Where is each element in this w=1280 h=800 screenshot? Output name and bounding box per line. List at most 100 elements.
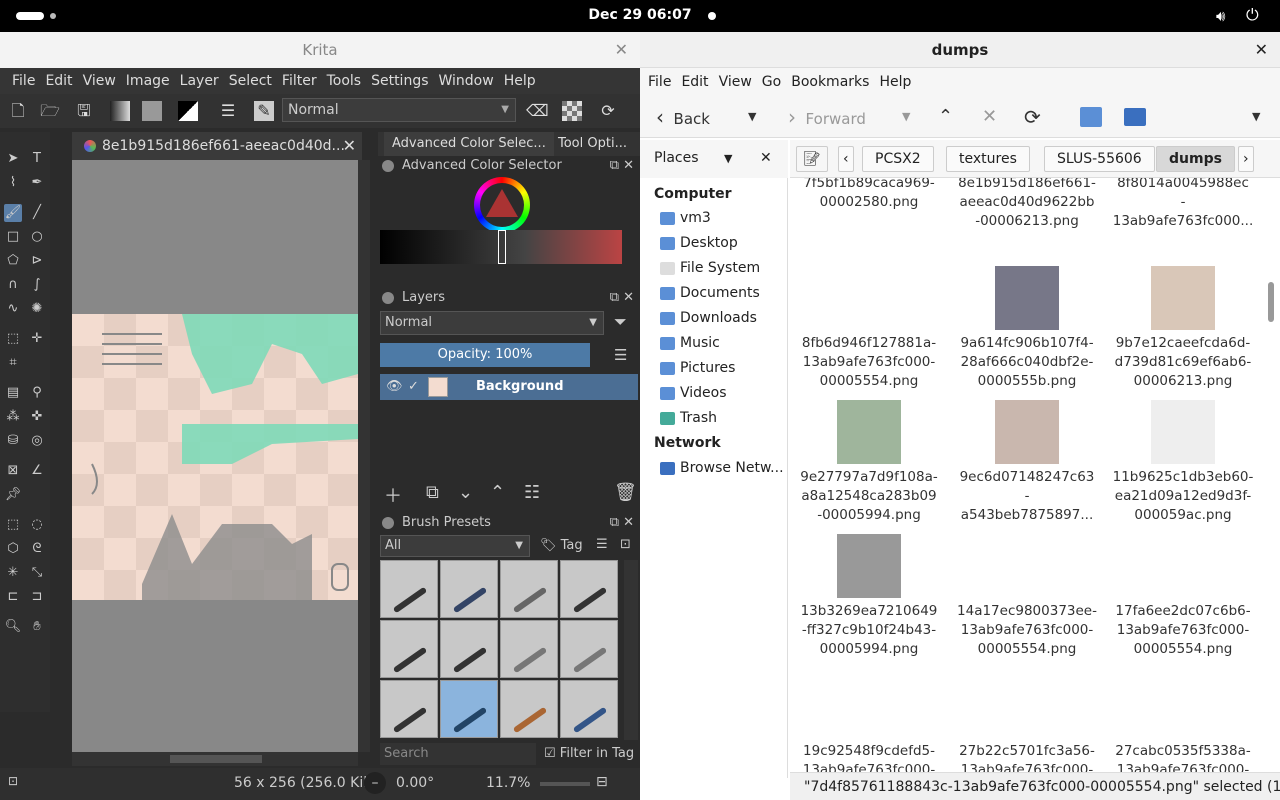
menu-edit[interactable]: Edit [43,68,80,94]
file-item[interactable]: 13b3269ea7210649 -ff327c9b10f24b43- 0000… [794,534,944,659]
filter-in-tag-checkbox[interactable]: ☑ Filter in Tag [544,743,638,765]
preset-filter-select[interactable]: All ▼ [380,535,530,557]
bezier-select-tool-icon[interactable]: ⊏ [4,588,22,606]
import-icon[interactable]: ⊡ [620,537,631,552]
fg-bg-color-icon[interactable] [178,101,198,121]
rotation-dial-icon[interactable]: – [364,772,386,794]
file-item[interactable]: 8f8014a0045988ec - 13ab9afe763fc000... [1108,178,1258,231]
forward-button[interactable]: › Forward [788,104,866,130]
menu-select[interactable]: Select [227,68,280,94]
duplicate-layer-icon[interactable]: ⧉ [426,482,439,503]
alpha-lock-icon[interactable] [562,101,582,121]
clock[interactable]: Dec 29 06:07 [0,7,1280,23]
panel-float-close-icons[interactable]: ⧉ ✕ [610,156,634,176]
transform-tool-icon[interactable]: ⬚ [4,330,22,348]
canvas-horizontal-scrollbar[interactable] [72,752,358,766]
sidebar-item-desktop[interactable]: Desktop [660,235,738,251]
assistant-tool-icon[interactable]: ⊠ [4,462,22,480]
menu-image[interactable]: Image [124,68,178,94]
line-tool-icon[interactable]: ╱ [28,204,46,222]
reload-icon[interactable]: ⟳ [598,101,618,121]
brush-preset[interactable] [500,620,558,678]
menu-file[interactable]: File [10,68,43,94]
breadcrumb-dumps[interactable]: dumps [1156,146,1235,172]
open-folder-icon[interactable]: 🗁 [40,101,60,121]
brush-preset[interactable] [560,560,618,618]
close-tab-icon[interactable]: ✕ [343,132,356,160]
freehand-select-tool-icon[interactable]: ᘓ [28,540,46,558]
layer-checkbox[interactable]: ✓ [408,374,419,400]
dynamic-brush-tool-icon[interactable]: ∿ [4,300,22,318]
rect-select-tool-icon[interactable]: ⬚ [4,516,22,534]
menu-settings[interactable]: Settings [369,68,436,94]
scroll-thumb[interactable] [1268,282,1274,322]
file-item[interactable]: 8e1b915d186ef661- aeeac0d40d9622bb -0000… [952,178,1102,231]
panel-float-close-icons[interactable]: ⧉ ✕ [610,513,634,533]
reload-icon[interactable]: ⟳ [1024,104,1041,130]
file-item[interactable]: 11b9625c1db3eb60- ea21d09a12ed9d3f- 0000… [1108,400,1258,525]
magnetic-select-tool-icon[interactable]: ⊐ [28,588,46,606]
visibility-eye-icon[interactable]: 👁︎ [386,374,403,400]
color-bar-cursor[interactable] [498,230,506,264]
brush-preset[interactable] [500,560,558,618]
file-item[interactable]: 17fa6ee2dc07c6b6- 13ab9afe763fc000- 0000… [1108,534,1258,659]
color-value-bars[interactable] [380,230,622,264]
file-item[interactable]: 8fb6d946f127881a- 13ab9afe763fc000- 0000… [794,266,944,391]
sidebar-item-downloads[interactable]: Downloads [660,310,757,326]
brush-preset-icon[interactable]: ✎ [254,101,274,121]
fm-menu-help[interactable]: Help [879,68,921,96]
computer-icon[interactable] [1124,108,1146,126]
tag-button[interactable]: 🏷︎ Tag [536,535,590,557]
file-grid-scrollbar[interactable] [1264,178,1280,778]
tab-tool-options[interactable]: Tool Opti... [550,132,635,156]
fm-menu-file[interactable]: File [648,68,681,96]
file-item[interactable]: 9e27797a7d9f108a- a8a12548ca283b09 -0000… [794,400,944,525]
scroll-thumb[interactable] [170,755,262,763]
polyline-tool-icon[interactable]: ⊳ [28,252,46,270]
sidebar-item-browse-network[interactable]: Browse Netw... [660,460,784,476]
menu-view[interactable]: View [81,68,124,94]
sidebar-item-vm3[interactable]: vm3 [660,210,711,226]
document-tab[interactable]: 8e1b915d186ef661-aeeac0d40d... ✕ [72,132,362,160]
brush-preset[interactable] [440,620,498,678]
menu-filter[interactable]: Filter [280,68,325,94]
menu-tools[interactable]: Tools [325,68,370,94]
delete-layer-icon[interactable]: 🗑︎ [614,482,637,503]
file-item[interactable]: 9ec6d07148247c63 - a543beb7875897... [952,400,1102,525]
up-arrow-icon[interactable]: ⌃ [938,104,953,130]
color-triangle[interactable] [486,189,518,217]
sidebar-item-file-system[interactable]: File System [660,260,760,276]
freehand-brush-tool-icon[interactable]: 🖌︎ [4,204,22,222]
brush-preset[interactable] [560,680,618,738]
multibrush-tool-icon[interactable]: ✺ [28,300,46,318]
colorize-mask-tool-icon[interactable]: ⁂ [4,408,22,426]
panel-float-close-icons[interactable]: ⧉ ✕ [610,288,634,308]
measure-tool-icon[interactable]: ∠ [28,462,46,480]
sidebar-item-music[interactable]: Music [660,335,720,351]
save-icon[interactable]: 🖫 [74,101,94,121]
rectangle-tool-icon[interactable]: □ [4,228,22,246]
brush-preset[interactable] [440,560,498,618]
home-folder-icon[interactable] [1080,107,1102,127]
calligraphy-tool-icon[interactable]: ✒ [28,174,46,192]
breadcrumb-left-icon[interactable]: ‹ [838,146,854,172]
zoom-slider[interactable] [540,782,590,786]
blend-mode-select[interactable]: Normal ▼ [282,98,516,122]
zoom-tool-icon[interactable]: 🔍︎ [4,618,22,636]
breadcrumb-right-icon[interactable]: › [1238,146,1254,172]
fm-menu-view[interactable]: View [719,68,762,96]
gradient-icon[interactable] [110,101,130,121]
breadcrumb-pcsx2[interactable]: PCSX2 [862,146,934,172]
volume-icon[interactable]: 🔊︎ [1216,7,1225,25]
sidebar-item-videos[interactable]: Videos [660,385,727,401]
text-tool-icon[interactable]: T [28,150,46,168]
menu-help[interactable]: Help [502,68,544,94]
freehand-path-tool-icon[interactable]: ∫ [28,276,46,294]
fm-menu-go[interactable]: Go [762,68,791,96]
enclose-fill-tool-icon[interactable]: ◎ [28,432,46,450]
pattern-icon[interactable] [142,101,162,121]
rotation-angle[interactable]: 0.00° [396,775,434,791]
edit-shapes-tool-icon[interactable]: ⌇ [4,174,22,192]
move-layer-down-icon[interactable]: ⌄ [458,482,473,503]
sidebar-item-documents[interactable]: Documents [660,285,760,301]
